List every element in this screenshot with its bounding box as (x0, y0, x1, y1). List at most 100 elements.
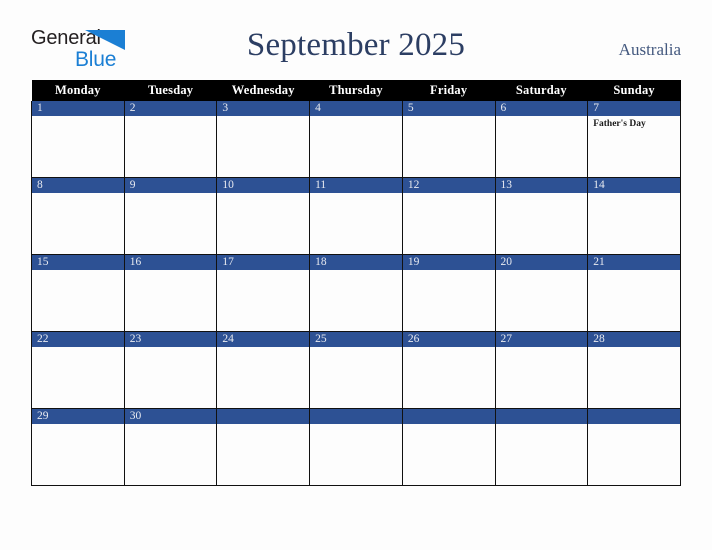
weekday-header-friday: Friday (402, 80, 496, 101)
calendar-day-cell[interactable]: 18 (309, 254, 403, 332)
calendar-day-cell[interactable]: 28 (587, 331, 681, 409)
calendar-day-cell[interactable]: 22 (31, 331, 125, 409)
day-number: 25 (310, 332, 402, 347)
calendar-day-cell[interactable]: 6 (494, 101, 589, 178)
day-events (403, 270, 495, 330)
day-events (496, 116, 588, 176)
day-number: 4 (310, 101, 402, 116)
day-events (217, 347, 309, 407)
calendar-day-cell[interactable]: 19 (401, 254, 496, 332)
day-events (310, 193, 402, 253)
calendar-week-row: 15 16 17 18 19 20 21 (31, 254, 681, 332)
day-events (125, 347, 217, 407)
calendar-empty-cell (309, 408, 403, 486)
day-number: 29 (32, 409, 124, 424)
calendar-body: 1 2 3 4 5 6 7 Father's Day 8 9 10 11 12 13 14 15 16 17 18 1… (31, 101, 681, 486)
day-events (588, 347, 680, 407)
calendar-day-cell[interactable]: 20 (494, 254, 589, 332)
day-events (217, 193, 309, 253)
day-events (588, 424, 680, 484)
day-events (403, 347, 495, 407)
day-events (496, 193, 588, 253)
day-number: 13 (495, 178, 588, 193)
day-number: 18 (310, 255, 402, 270)
weekday-header-wednesday: Wednesday (216, 80, 310, 101)
calendar-day-cell[interactable]: 9 (123, 177, 218, 255)
calendar-day-cell[interactable]: 16 (123, 254, 218, 332)
calendar-day-cell[interactable]: 29 (31, 408, 125, 486)
day-number: 2 (124, 101, 217, 116)
calendar-day-cell[interactable]: 3 (216, 101, 311, 178)
day-number: 15 (32, 255, 124, 270)
day-events (496, 347, 588, 407)
calendar-day-cell[interactable]: 12 (401, 177, 496, 255)
calendar-day-cell[interactable]: 23 (123, 331, 218, 409)
day-number (495, 409, 588, 424)
calendar-day-cell[interactable]: 24 (216, 331, 311, 409)
day-number: 10 (217, 178, 310, 193)
calendar-empty-cell (494, 408, 589, 486)
day-events (217, 116, 309, 176)
calendar-empty-cell (216, 408, 311, 486)
calendar-day-cell[interactable]: 10 (216, 177, 311, 255)
calendar-day-cell[interactable]: 5 (401, 101, 496, 178)
day-events (310, 116, 402, 176)
day-number: 16 (124, 255, 217, 270)
day-number: 3 (217, 101, 310, 116)
day-number: 7 (588, 101, 680, 116)
calendar-day-cell[interactable]: 21 (587, 254, 681, 332)
day-number: 27 (495, 332, 588, 347)
weekday-header-monday: Monday (31, 80, 125, 101)
calendar-day-cell[interactable]: 30 (123, 408, 218, 486)
calendar-day-cell[interactable]: 2 (123, 101, 218, 178)
calendar-day-cell[interactable]: 17 (216, 254, 311, 332)
day-events (217, 270, 309, 330)
day-number: 11 (310, 178, 402, 193)
day-number: 28 (588, 332, 680, 347)
day-events (217, 424, 309, 484)
day-events: Father's Day (588, 116, 680, 176)
weekday-header-saturday: Saturday (495, 80, 588, 101)
calendar-day-cell[interactable]: 1 (31, 101, 125, 178)
day-number (588, 409, 680, 424)
holiday-event-label: Father's Day (593, 119, 646, 129)
day-number: 12 (402, 178, 495, 193)
calendar-empty-cell (401, 408, 496, 486)
calendar-day-cell[interactable]: 11 (309, 177, 403, 255)
day-number: 1 (32, 101, 124, 116)
calendar-day-cell[interactable]: 25 (309, 331, 403, 409)
day-events (403, 193, 495, 253)
day-number: 26 (402, 332, 495, 347)
weekday-header-thursday: Thursday (309, 80, 403, 101)
day-number: 5 (402, 101, 495, 116)
calendar-day-cell[interactable]: 4 (309, 101, 403, 178)
day-events (310, 347, 402, 407)
calendar-day-cell[interactable]: 27 (494, 331, 589, 409)
page-title: September 2025 (246, 27, 466, 63)
day-events (588, 270, 680, 330)
calendar-week-row: 1 2 3 4 5 6 7 Father's Day (31, 101, 681, 178)
day-number (310, 409, 402, 424)
calendar-day-cell[interactable]: 13 (494, 177, 589, 255)
calendar-day-cell[interactable]: 8 (31, 177, 125, 255)
day-number: 9 (124, 178, 217, 193)
day-number: 22 (32, 332, 124, 347)
day-events (125, 116, 217, 176)
calendar-week-row: 29 30 (31, 408, 681, 486)
calendar-week-row: 22 23 24 25 26 27 28 (31, 331, 681, 409)
day-events (496, 424, 588, 484)
day-events (403, 424, 495, 484)
calendar-week-row: 8 9 10 11 12 13 14 (31, 177, 681, 255)
day-number: 21 (588, 255, 680, 270)
calendar-day-cell[interactable]: 7 Father's Day (587, 101, 681, 178)
region-label: Australia (618, 40, 681, 59)
calendar-day-cell[interactable]: 15 (31, 254, 125, 332)
day-number: 23 (124, 332, 217, 347)
day-number: 8 (32, 178, 124, 193)
day-number (217, 409, 310, 424)
calendar-day-cell[interactable]: 14 (587, 177, 681, 255)
day-events (32, 193, 124, 253)
day-number: 19 (402, 255, 495, 270)
calendar-day-cell[interactable]: 26 (401, 331, 496, 409)
weekday-header-row: Monday Tuesday Wednesday Thursday Friday… (31, 80, 681, 101)
